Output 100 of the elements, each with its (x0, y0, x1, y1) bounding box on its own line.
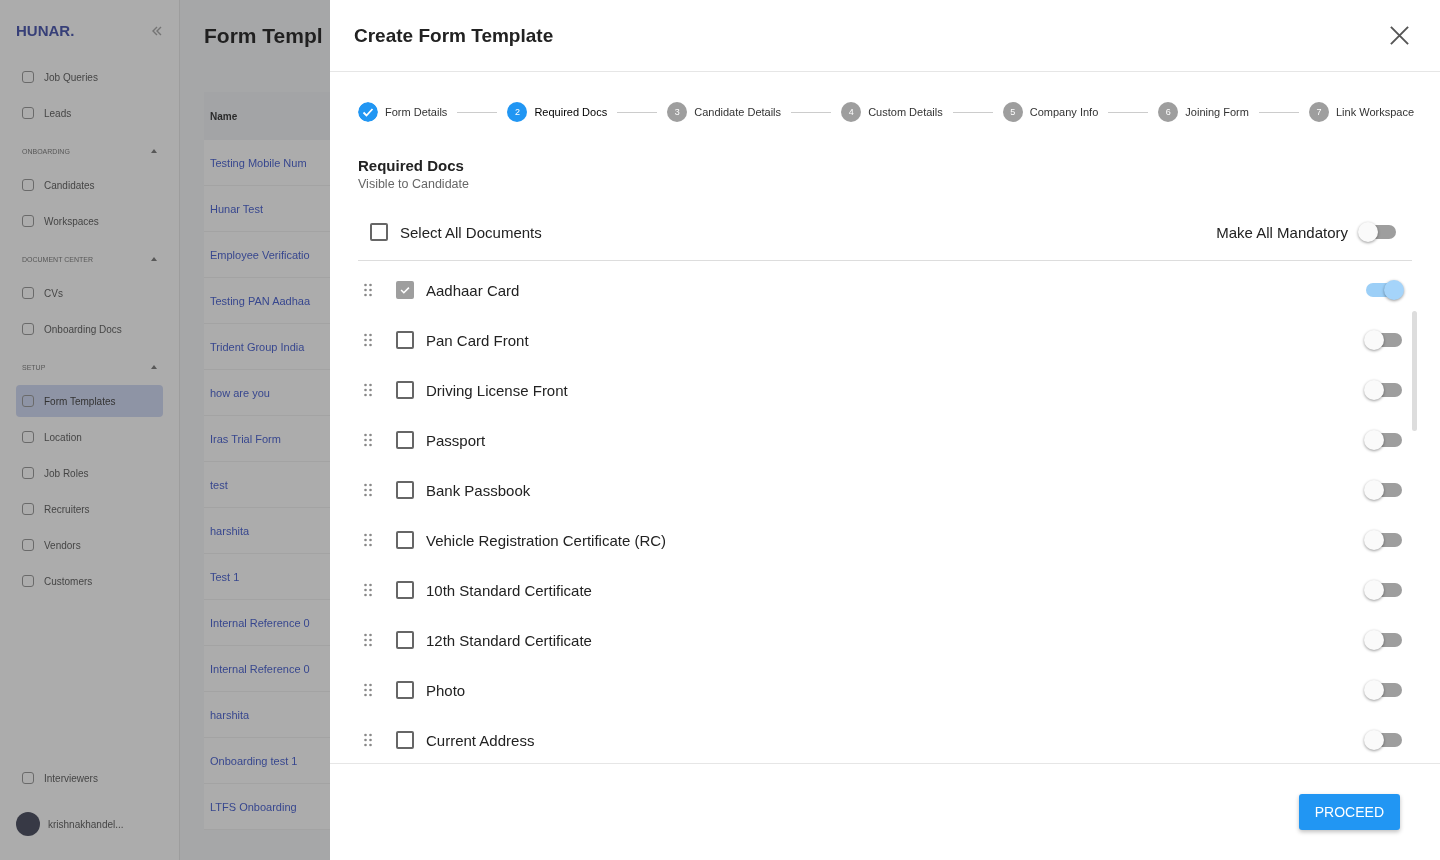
sidebar-item[interactable]: Location (16, 421, 163, 453)
drag-handle-icon[interactable] (364, 283, 372, 297)
document-name: 10th Standard Certificate (426, 581, 592, 599)
table-cell[interactable]: Test 1 (210, 570, 240, 583)
step-number: 2 (507, 102, 528, 122)
sidebar-item[interactable]: Candidates (16, 169, 163, 201)
section-subtitle: Visible to Candidate (358, 177, 470, 191)
toggle-switch[interactable] (1366, 683, 1402, 697)
sidebar-item[interactable]: Recruiters (16, 493, 163, 525)
toggle-switch[interactable] (1366, 483, 1402, 497)
drag-handle-icon[interactable] (364, 583, 372, 597)
checkbox[interactable] (396, 281, 414, 299)
logo: HUNAR. (16, 22, 75, 39)
document-name: Aadhaar Card (426, 281, 520, 299)
checkbox[interactable] (396, 581, 414, 599)
table-cell[interactable]: LTFS Onboarding (210, 800, 297, 813)
step[interactable]: 5 Company Info (1002, 102, 1099, 122)
checkbox[interactable] (396, 631, 414, 649)
drag-handle-icon[interactable] (364, 483, 372, 497)
double-chevron-icon[interactable] (151, 25, 163, 36)
drag-handle-icon[interactable] (364, 633, 372, 647)
checkbox[interactable] (396, 481, 414, 499)
step[interactable]: 2 Required Docs (507, 102, 608, 122)
toggle-switch[interactable] (1366, 283, 1402, 297)
sidebar-item[interactable]: Form Templates (16, 385, 163, 417)
sidebar-item[interactable]: CVs (16, 277, 163, 309)
checkbox[interactable] (396, 431, 414, 449)
sidebar-item[interactable]: Job Roles (16, 457, 163, 489)
checkbox[interactable] (396, 681, 414, 699)
document-name: Photo (426, 681, 466, 699)
chevron-icon[interactable] (151, 365, 157, 369)
document-name: Current Address (426, 731, 535, 749)
toggle-switch[interactable] (1366, 533, 1402, 547)
checkbox[interactable] (396, 381, 414, 399)
table-cell[interactable]: test (210, 478, 228, 491)
avatar-icon (16, 812, 40, 836)
step[interactable]: 7 Link Workspace (1308, 102, 1415, 122)
section-title: Required Docs (358, 157, 465, 174)
table-cell[interactable]: Hunar Test (210, 202, 263, 215)
toggle-switch[interactable] (1366, 633, 1402, 647)
drag-handle-icon[interactable] (364, 433, 372, 447)
table-cell[interactable]: how are you (210, 386, 270, 399)
sidebar-item[interactable]: Customers (16, 565, 163, 597)
chevron-icon[interactable] (151, 257, 157, 261)
proceed-button[interactable]: PROCEED (1298, 794, 1400, 830)
step-number: 6 (1158, 102, 1179, 122)
sidebar-item[interactable]: Leads (16, 97, 163, 129)
toggle-switch[interactable] (1366, 383, 1402, 397)
document-name: 12th Standard Certificate (426, 631, 592, 649)
step-number: 7 (1308, 102, 1329, 122)
sidebar-item[interactable]: Interviewers (16, 762, 163, 794)
user-name: krishnakhandel... (48, 818, 124, 830)
drag-handle-icon[interactable] (364, 533, 372, 547)
step-number: 4 (841, 102, 862, 122)
sidebar-item[interactable]: Onboarding Docs (16, 313, 163, 345)
step[interactable]: 6 Joining Form (1158, 102, 1249, 122)
toggle-switch[interactable] (1366, 733, 1402, 747)
toggle-switch[interactable] (1366, 583, 1402, 597)
checkbox[interactable] (396, 331, 414, 349)
drag-handle-icon[interactable] (364, 733, 372, 747)
document-name: Vehicle Registration Certificate (RC) (426, 531, 667, 549)
document-name: Pan Card Front (426, 331, 529, 349)
toggle-label: Make All Mandatory (1216, 223, 1348, 241)
checkbox[interactable] (396, 731, 414, 749)
modal-title: Create Form Template (354, 24, 554, 47)
table-cell[interactable]: harshita (210, 524, 250, 537)
scrollbar[interactable] (1412, 311, 1417, 431)
table-cell[interactable]: Testing PAN Aadhaa (210, 294, 311, 307)
table-cell[interactable]: Iras Trial Form (210, 432, 281, 445)
column-header: Name (210, 110, 238, 122)
table-cell[interactable]: Employee Verificatio (210, 248, 310, 261)
table-cell[interactable]: Testing Mobile Num (210, 156, 307, 169)
chevron-icon[interactable] (151, 149, 157, 153)
drag-handle-icon[interactable] (364, 683, 372, 697)
toggle-switch[interactable] (1366, 333, 1402, 347)
step-number: 3 (667, 102, 688, 122)
document-name: Bank Passbook (426, 481, 531, 499)
step-number: 5 (1002, 102, 1023, 122)
document-name: Driving License Front (426, 381, 568, 399)
sidebar-item[interactable]: Job Queries (16, 61, 163, 93)
drag-handle-icon[interactable] (364, 383, 372, 397)
step[interactable]: 4 Custom Details (841, 102, 943, 122)
checkbox[interactable] (370, 223, 388, 241)
checkbox[interactable] (396, 531, 414, 549)
table-cell[interactable]: harshita (210, 708, 250, 721)
toggle-switch[interactable] (1360, 225, 1396, 239)
step[interactable]: Form Details (358, 102, 448, 122)
close-icon[interactable] (1389, 25, 1410, 46)
sidebar-item[interactable]: Workspaces (16, 205, 163, 237)
table-cell[interactable]: Internal Reference 0 (210, 662, 310, 675)
step[interactable]: 3 Candidate Details (667, 102, 782, 122)
drag-handle-icon[interactable] (364, 333, 372, 347)
checkbox-label: Select All Documents (400, 223, 542, 241)
toggle-switch[interactable] (1366, 433, 1402, 447)
table-cell[interactable]: Onboarding test 1 (210, 754, 298, 767)
table-cell[interactable]: Trident Group India (210, 340, 305, 353)
table-cell[interactable]: Internal Reference 0 (210, 616, 310, 629)
document-name: Passport (426, 431, 486, 449)
sidebar-item[interactable]: Vendors (16, 529, 163, 561)
page-title: Form Templ (204, 24, 323, 48)
